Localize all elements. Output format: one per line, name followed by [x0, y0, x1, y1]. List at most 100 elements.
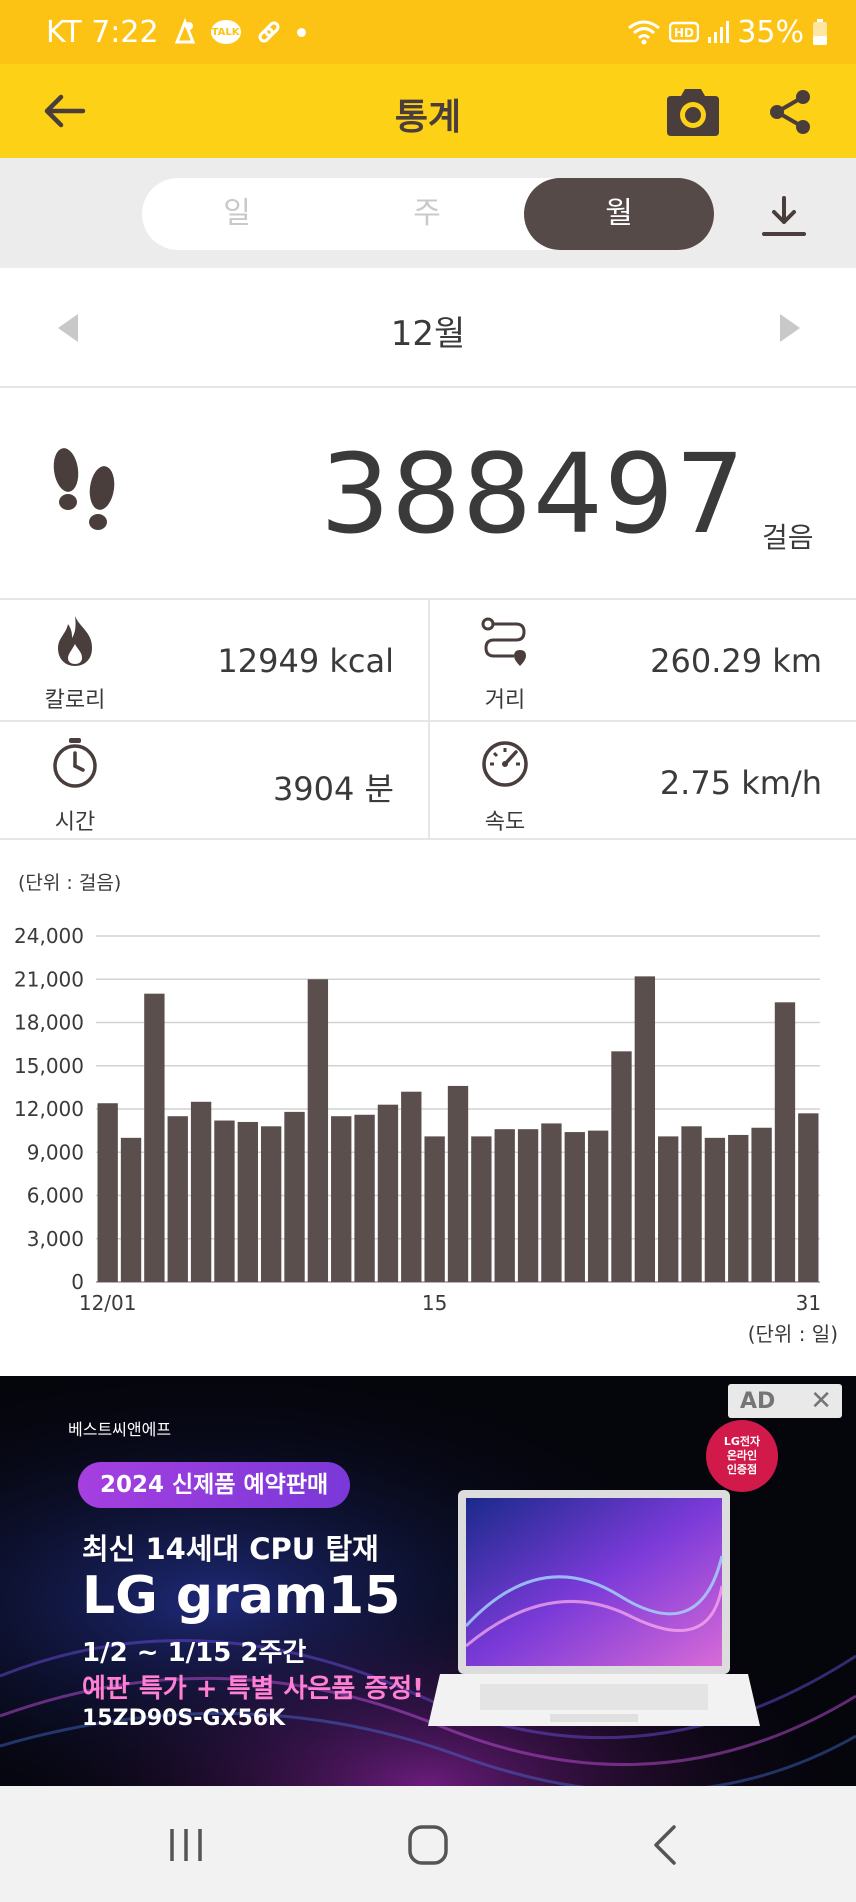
ad-badge: AD ✕ — [728, 1384, 842, 1418]
bar — [214, 1120, 235, 1282]
download-button[interactable] — [756, 188, 812, 244]
stats-grid: 칼로리 12949 kcal 거리 260.29 km 시간 3904 분 속도… — [0, 600, 856, 840]
link-icon — [255, 18, 283, 46]
svg-text:HD: HD — [674, 26, 694, 40]
y-tick-label: 18,000 — [14, 1011, 84, 1035]
time-label: 시간 — [54, 810, 96, 835]
tab-month[interactable]: 월 — [524, 178, 714, 250]
page-title: 통계 — [394, 97, 462, 138]
y-tick-label: 3,000 — [27, 1227, 84, 1251]
bar — [307, 979, 329, 1282]
distance-value: 260.29 km — [650, 642, 822, 680]
close-ad-button[interactable]: ✕ — [810, 1386, 842, 1416]
bar — [401, 1091, 422, 1282]
download-icon — [762, 196, 806, 236]
seal-line-3: 인증점 — [726, 1463, 758, 1476]
bar — [704, 1137, 726, 1282]
ad-brand: 베스트씨앤에프 — [68, 1420, 172, 1439]
ad-promo-pill: 2024 신제품 예약판매 — [78, 1462, 351, 1508]
y-tick-label: 24,000 — [14, 924, 84, 948]
steps-unit: 걸음 — [762, 521, 814, 554]
bar — [611, 1051, 632, 1282]
bar — [564, 1132, 585, 1282]
distance-label: 거리 — [484, 688, 526, 713]
stat-distance: 거리 260.29 km — [428, 600, 856, 720]
route-icon — [481, 617, 526, 666]
carrier-time: KT 7:22 — [46, 14, 159, 50]
bar — [331, 1116, 352, 1282]
speedometer-icon — [482, 741, 528, 787]
y-tick-label: 15,000 — [14, 1054, 84, 1078]
bar — [751, 1127, 772, 1282]
bar — [237, 1121, 258, 1282]
bar — [517, 1129, 539, 1282]
bar — [167, 1116, 188, 1282]
seal-line-2: 온라인 — [726, 1449, 758, 1462]
home-icon — [408, 1825, 448, 1865]
bar — [658, 1136, 679, 1282]
dot-icon — [296, 27, 306, 37]
speed-label: 속도 — [484, 810, 526, 835]
bar — [728, 1134, 749, 1282]
bar — [144, 993, 165, 1282]
home-button[interactable] — [398, 1820, 458, 1870]
y-tick-label: 12,000 — [14, 1097, 84, 1121]
next-month-button[interactable] — [770, 308, 810, 348]
flame-icon — [58, 616, 92, 666]
wifi-icon — [627, 18, 661, 46]
y-tick-label: 21,000 — [14, 967, 84, 991]
stopwatch-icon — [53, 738, 97, 788]
recent-apps-icon — [170, 1829, 202, 1861]
bar — [494, 1129, 515, 1282]
bar — [190, 1101, 212, 1282]
ad-banner[interactable]: 베스트씨앤에프 2024 신제품 예약판매 최신 14세대 CPU 탑재 LG … — [0, 1376, 856, 1786]
bar — [681, 1126, 702, 1282]
camera-button[interactable] — [662, 84, 724, 140]
bar — [541, 1123, 562, 1282]
battery-percent: 35% — [737, 14, 804, 50]
stat-time: 시간 3904 분 — [0, 720, 428, 840]
ad-headline-1: 최신 14세대 CPU 탑재 — [82, 1532, 379, 1566]
period-selector-area: 일 주 월 — [0, 158, 856, 268]
stat-calories: 칼로리 12949 kcal — [0, 600, 428, 720]
share-button[interactable] — [762, 84, 818, 140]
ad-label: AD — [740, 1388, 776, 1414]
bar — [377, 1104, 399, 1282]
battery-icon — [812, 18, 828, 46]
bar — [471, 1136, 492, 1282]
ad-headline-2: LG gram15 — [82, 1566, 401, 1626]
bar — [424, 1136, 445, 1282]
stat-speed: 속도 2.75 km/h — [428, 720, 856, 840]
system-nav-bar — [0, 1786, 856, 1902]
app-bar: 통계 — [0, 64, 856, 158]
daily-steps-chart: (단위 : 걸음) 0 3,000 6,000 9,000 12,000 15,000 18… — [0, 842, 856, 1374]
recent-apps-button[interactable] — [156, 1820, 216, 1870]
time-value: 3904 분 — [272, 770, 394, 808]
bar — [774, 1002, 796, 1282]
camera-icon — [667, 89, 719, 136]
y-tick-label: 6,000 — [27, 1184, 84, 1208]
bar-chart: 03,0006,0009,00012,00015,00018,00021,000… — [14, 924, 821, 1315]
steps-summary: 388497 걸음 — [0, 390, 856, 600]
x-unit-label: (단위 : 일) — [747, 1322, 838, 1346]
bar — [260, 1126, 282, 1282]
speed-value: 2.75 km/h — [659, 764, 822, 802]
bar — [284, 1111, 305, 1282]
bar — [354, 1114, 375, 1282]
tab-day[interactable]: 일 — [142, 178, 332, 250]
signal-icon — [707, 19, 730, 45]
period-tabs: 일 주 월 — [142, 178, 714, 250]
tab-week[interactable]: 주 — [332, 178, 522, 250]
calories-label: 칼로리 — [44, 688, 106, 713]
month-navigator: 12월 — [0, 268, 856, 388]
bar — [447, 1085, 469, 1282]
calories-value: 12949 kcal — [217, 642, 394, 680]
x-tick-label: 15 — [422, 1291, 447, 1315]
seal-line-1: LG전자 — [723, 1435, 761, 1448]
bar — [634, 976, 656, 1282]
footprints-icon — [53, 448, 115, 530]
kakaotalk-icon: TALK — [210, 20, 241, 44]
current-month: 12월 — [390, 314, 466, 354]
y-tick-label: 9,000 — [27, 1140, 84, 1164]
nav-back-button[interactable] — [636, 1820, 696, 1870]
